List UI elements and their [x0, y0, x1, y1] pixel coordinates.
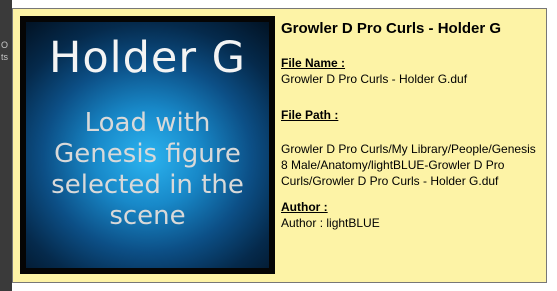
- asset-thumbnail: Holder G Load with Genesis figure select…: [20, 16, 275, 274]
- thumbnail-subtitle: Load with Genesis figure selected in the…: [51, 108, 244, 231]
- thumbnail-title: Holder G: [48, 33, 246, 83]
- asset-tooltip: Holder G Load with Genesis figure select…: [12, 8, 547, 283]
- file-name-value: Growler D Pro Curls - Holder G.duf: [281, 72, 468, 86]
- thumbnail-image: Holder G Load with Genesis figure select…: [26, 22, 269, 268]
- file-name-label: File Name :: [281, 56, 346, 70]
- author-value: Author : lightBLUE: [281, 216, 380, 230]
- partial-label: O: [1, 40, 9, 50]
- file-path-value: Growler D Pro Curls/My Library/People/Ge…: [281, 142, 536, 188]
- partial-label: ts: [1, 52, 9, 62]
- asset-info: Growler D Pro Curls - Holder G File Name…: [281, 20, 545, 231]
- asset-title: Growler D Pro Curls - Holder G: [281, 20, 502, 37]
- file-path-label: File Path :: [281, 108, 339, 122]
- background-panel-strip: O ts: [0, 0, 12, 291]
- author-label: Author :: [281, 200, 328, 214]
